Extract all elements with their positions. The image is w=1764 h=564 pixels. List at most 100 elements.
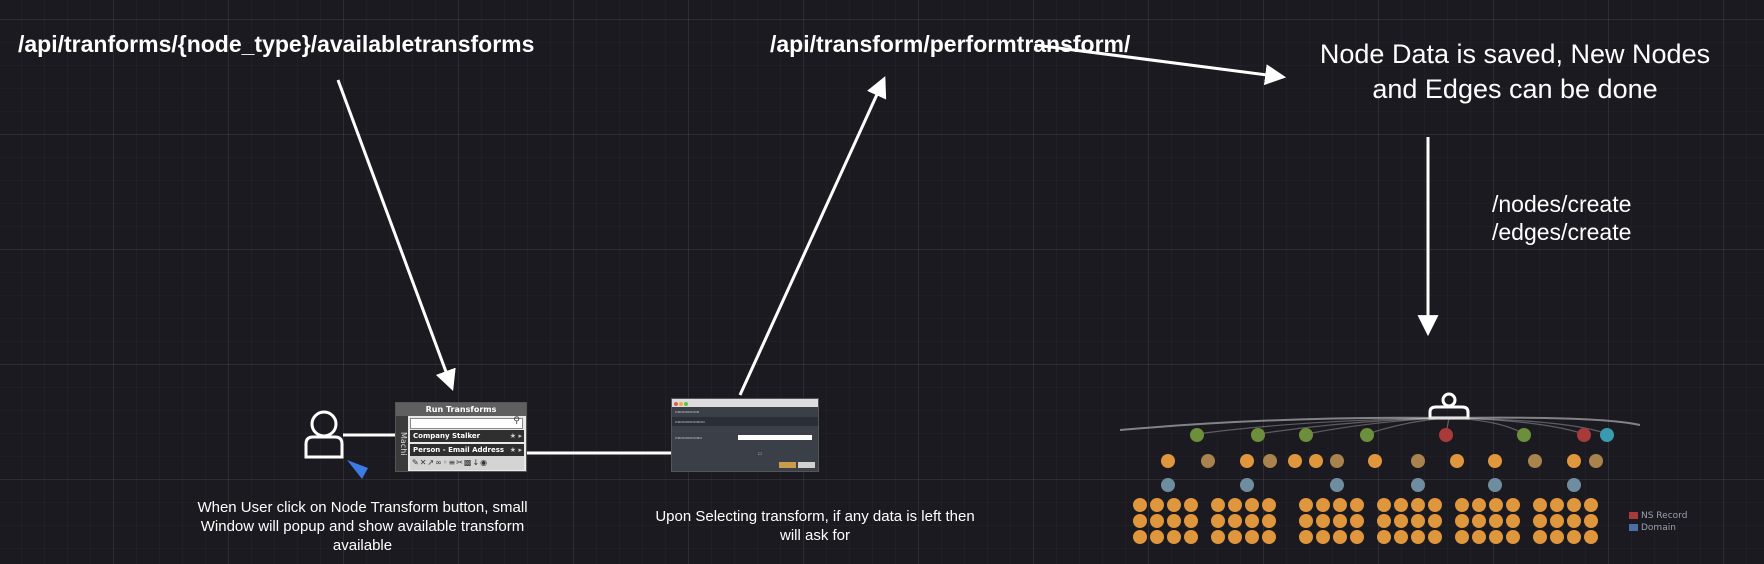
graph-node [1450, 454, 1464, 468]
graph-node [1517, 428, 1531, 442]
transform-row-company-stalker[interactable]: Company Stalker ★ ▸ [410, 430, 524, 442]
graph-node [1333, 514, 1347, 528]
graph-node [1567, 454, 1581, 468]
graph-node [1299, 498, 1313, 512]
graph-node [1299, 428, 1313, 442]
graph-node [1245, 514, 1259, 528]
graph-node [1360, 428, 1374, 442]
graph-node [1506, 498, 1520, 512]
transform-toolbar[interactable]: ✎✕↗∞◦≡✂▩↓◉ [410, 456, 524, 470]
window-controls-icon[interactable] [674, 401, 689, 409]
graph-node [1550, 514, 1564, 528]
transform-row-label: Company Stalker [413, 432, 481, 440]
graph-node [1394, 498, 1408, 512]
graph-nodes [1133, 428, 1614, 544]
diagram-canvas [304, 43, 1641, 544]
graph-node [1350, 514, 1364, 528]
dialog-ok-button[interactable] [779, 462, 796, 468]
graph-node [1489, 514, 1503, 528]
graph-node [1533, 514, 1547, 528]
graph-node [1550, 498, 1564, 512]
graph-node [1377, 514, 1391, 528]
favorite-star-icon[interactable]: ★ ▸ [510, 430, 522, 442]
graph-node [1600, 428, 1614, 442]
dialog-input-field[interactable] [738, 435, 812, 440]
graph-node [1550, 530, 1564, 544]
graph-node [1377, 498, 1391, 512]
graph-node [1455, 514, 1469, 528]
graph-node [1161, 454, 1175, 468]
graph-node [1394, 514, 1408, 528]
graph-node [1472, 530, 1486, 544]
graph-node [1439, 428, 1453, 442]
legend-swatch-domain [1629, 524, 1638, 531]
graph-node [1316, 514, 1330, 528]
graph-node [1567, 498, 1581, 512]
required-inputs-titlebar [672, 399, 818, 407]
graph-node [1411, 530, 1425, 544]
dialog-section-band: ▫▫▫▫▫▫▫▫▫▫▫ [672, 417, 818, 426]
graph-node [1333, 530, 1347, 544]
graph-node [1489, 498, 1503, 512]
legend-swatch-ns-record [1629, 512, 1638, 519]
search-icon: ⚲ [513, 416, 520, 426]
run-transforms-window: Run Transforms Machi ⚲ Company Stalker ★… [395, 402, 527, 472]
graph-node [1245, 530, 1259, 544]
legend-domain: Domain [1629, 523, 1676, 533]
graph-node [1333, 498, 1347, 512]
dialog-cancel-button[interactable] [798, 462, 815, 468]
graph-node [1262, 498, 1276, 512]
graph-node [1350, 530, 1364, 544]
graph-node [1411, 514, 1425, 528]
arrow-to-run-transforms [336, 79, 456, 391]
graph-node [1488, 454, 1502, 468]
graph-node [1584, 498, 1598, 512]
graph-node [1589, 454, 1603, 468]
legend-ns-record: NS Record [1629, 511, 1687, 521]
graph-node [1309, 454, 1323, 468]
graph-node [1184, 514, 1198, 528]
graph-node [1262, 530, 1276, 544]
graph-node [1299, 514, 1313, 528]
graph-node [1201, 454, 1215, 468]
graph-node [1428, 514, 1442, 528]
dialog-field-label: ▫▫▫▫▫▫▫▫▫▫ [675, 435, 703, 440]
graph-node [1133, 514, 1147, 528]
dialog-description: ▫▫▫▫▫▫▫▫▫ [675, 409, 700, 414]
graph-node [1316, 530, 1330, 544]
graph-node [1228, 498, 1242, 512]
graph-node [1472, 498, 1486, 512]
dialog-checkbox[interactable]: ☐ [758, 451, 762, 456]
graph-node [1455, 498, 1469, 512]
required-inputs-dialog: ▫▫▫▫▫▫▫▫▫ ▫▫▫▫▫▫▫▫▫▫▫ ▫▫▫▫▫▫▫▫▫▫ ☐ [671, 398, 819, 472]
graph-node [1584, 514, 1598, 528]
graph-node [1394, 530, 1408, 544]
graph-node [1528, 454, 1542, 468]
graph-node [1167, 514, 1181, 528]
transform-row-person-email[interactable]: Person - Email Address ★ ▸ [410, 444, 524, 456]
graph-node [1584, 530, 1598, 544]
graph-node [1167, 530, 1181, 544]
graph-node [1472, 514, 1486, 528]
graph-node [1330, 478, 1344, 492]
graph-node [1411, 454, 1425, 468]
machines-side-tab[interactable]: Machi [396, 416, 408, 471]
favorite-star-icon[interactable]: ★ ▸ [510, 444, 522, 456]
graph-node [1184, 530, 1198, 544]
graph-node [1567, 514, 1581, 528]
cursor-icon [347, 460, 368, 479]
transform-search-input[interactable]: ⚲ [410, 416, 523, 429]
graph-node [1506, 514, 1520, 528]
graph-node [1167, 498, 1181, 512]
graph-node [1245, 498, 1259, 512]
graph-node [1251, 428, 1265, 442]
run-transforms-title: Run Transforms [396, 403, 526, 416]
legend-label-ns-record: NS Record [1641, 511, 1688, 521]
graph-node [1368, 454, 1382, 468]
graph-node [1228, 530, 1242, 544]
graph-node [1428, 498, 1442, 512]
graph-node [1316, 498, 1330, 512]
graph-node [1577, 428, 1591, 442]
graph-node [1330, 454, 1344, 468]
graph-node [1211, 514, 1225, 528]
